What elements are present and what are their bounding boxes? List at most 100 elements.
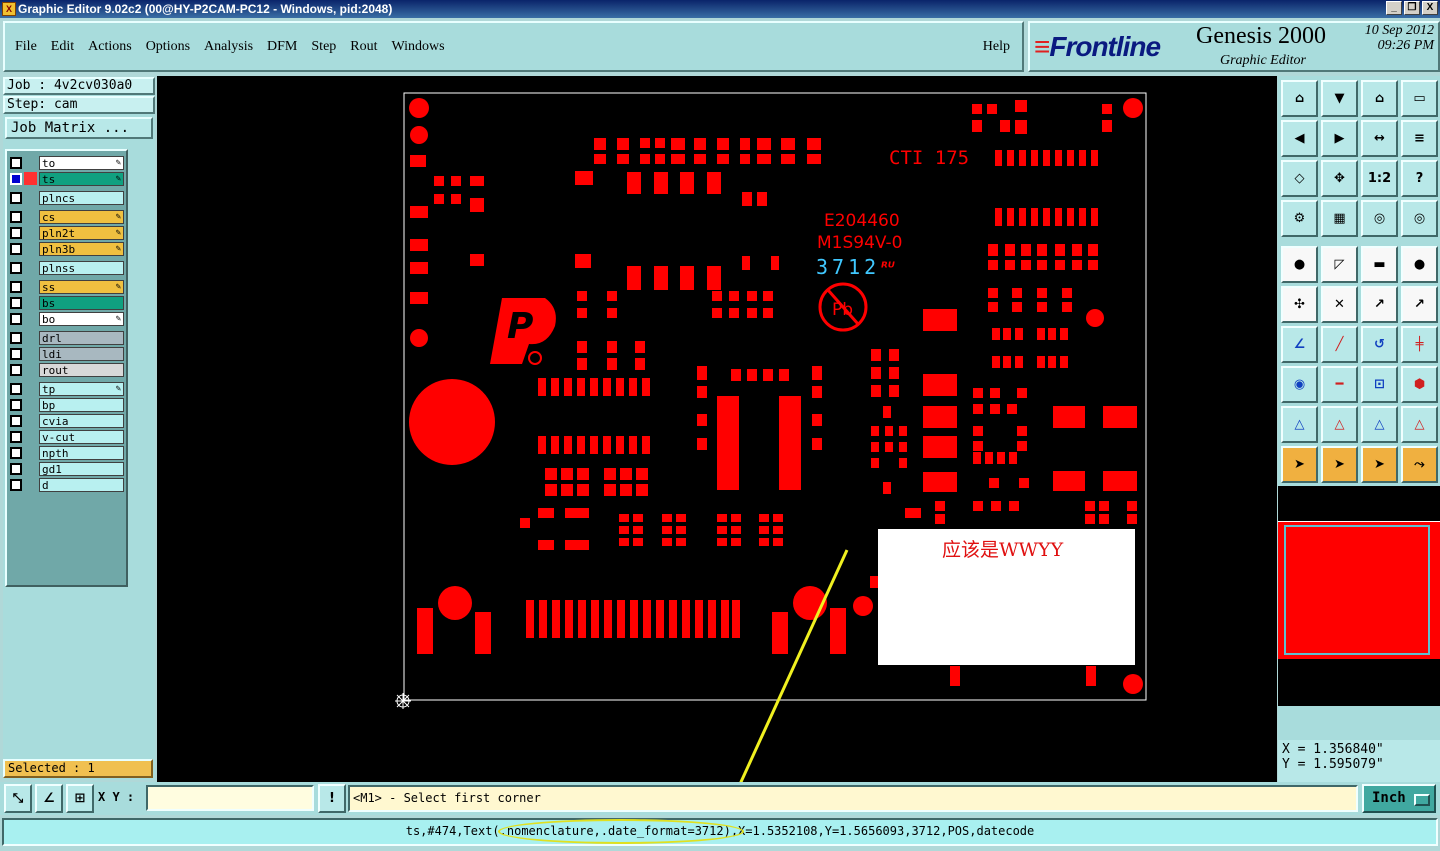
layer-name[interactable]: cvia <box>39 413 124 428</box>
maximize-button[interactable]: ❐ <box>1404 1 1420 15</box>
connect-button[interactable]: ↗ <box>1361 286 1398 323</box>
layer-checkbox[interactable] <box>10 296 22 309</box>
cross-button[interactable]: ✕ <box>1321 286 1358 323</box>
pad-button[interactable]: ● <box>1281 246 1318 283</box>
layer-checkbox[interactable] <box>10 172 22 185</box>
layer-name[interactable]: ss ✎ <box>39 279 124 294</box>
zoom-area-button[interactable]: ⤡ <box>4 784 32 813</box>
layer-checkbox[interactable] <box>10 347 22 360</box>
layer-name[interactable]: d <box>39 477 124 492</box>
layer-row-pln3b[interactable]: pln3b ✎ <box>7 241 126 256</box>
pad-add-button[interactable]: ◉ <box>1281 366 1318 403</box>
triangle2-button[interactable]: △ <box>1321 406 1358 443</box>
units-select[interactable]: Inch <box>1362 784 1436 813</box>
layer-checkbox[interactable] <box>10 242 22 255</box>
menu-rout[interactable]: Rout <box>350 39 377 55</box>
menu-options[interactable]: Options <box>146 39 190 55</box>
layer-checkbox[interactable] <box>10 156 22 169</box>
layer-row-v-cut[interactable]: v-cut <box>7 429 126 444</box>
layer-name[interactable]: tp ✎ <box>39 381 124 396</box>
arc-button[interactable]: ↺ <box>1361 326 1398 363</box>
datecode-text[interactable]: 3712 <box>816 255 880 279</box>
layer-row-to[interactable]: to ✎ <box>7 155 126 170</box>
angle-measure-button[interactable]: ∠ <box>35 784 63 813</box>
snap-active-button[interactable]: ◎ <box>1401 200 1438 237</box>
layer-name[interactable]: bo ✎ <box>39 311 124 326</box>
layer-row-ldi[interactable]: ldi <box>7 346 126 361</box>
triangle3-button[interactable]: △ <box>1361 406 1398 443</box>
menu-edit[interactable]: Edit <box>51 39 74 55</box>
layer-row-cvia[interactable]: cvia <box>7 413 126 428</box>
pointer-button[interactable]: ➤ <box>1281 446 1318 483</box>
layer-name[interactable]: ldi <box>39 346 124 361</box>
measure-button[interactable]: ▬ <box>1361 246 1398 283</box>
layer-name[interactable]: to ✎ <box>39 155 124 170</box>
pointer-box-button[interactable]: ➤ <box>1321 446 1358 483</box>
layer-checkbox[interactable] <box>10 478 22 491</box>
triangle4-button[interactable]: △ <box>1401 406 1438 443</box>
layer-row-tp[interactable]: tp ✎ <box>7 381 126 396</box>
edge-button[interactable]: ━ <box>1321 366 1358 403</box>
menu-windows[interactable]: Windows <box>392 39 445 55</box>
layer-name[interactable]: plnss <box>39 260 124 275</box>
mirror-button[interactable]: ↔ <box>1361 120 1398 157</box>
alert-button[interactable]: ! <box>318 784 346 813</box>
grid-button[interactable]: ▦ <box>1321 200 1358 237</box>
shape-button[interactable]: ⬢ <box>1401 366 1438 403</box>
graphic-canvas[interactable]: P CTI 175 E204460 M1S94V-0 3712 ᴿᵁ Pb 应该… <box>157 76 1277 782</box>
layer-row-cs[interactable]: cs ✎ <box>7 209 126 224</box>
layer-name[interactable]: pln3b ✎ <box>39 241 124 256</box>
line-button[interactable]: ╱ <box>1321 326 1358 363</box>
layer-name[interactable]: bp <box>39 397 124 412</box>
menu-analysis[interactable]: Analysis <box>204 39 253 55</box>
help-query-button[interactable]: ? <box>1401 160 1438 197</box>
layer-name[interactable]: pln2t ✎ <box>39 225 124 240</box>
layer-row-plnss[interactable]: plnss <box>7 260 126 275</box>
layer-checkbox[interactable] <box>10 382 22 395</box>
pan-right-button[interactable]: ▶ <box>1321 120 1358 157</box>
layer-name[interactable]: cs ✎ <box>39 209 124 224</box>
layer-row-plncs[interactable]: plncs <box>7 190 126 205</box>
layer-row-gd1[interactable]: gd1 <box>7 461 126 476</box>
flip-button[interactable]: ≡ <box>1401 120 1438 157</box>
overview-preview[interactable] <box>1278 486 1440 706</box>
zoom-fit-button[interactable]: ⌂ <box>1361 80 1398 117</box>
layer-name[interactable]: npth <box>39 445 124 460</box>
grid-snap-button[interactable]: ⊞ <box>66 784 94 813</box>
triangle-button[interactable]: △ <box>1281 406 1318 443</box>
menu-help[interactable]: Help <box>983 39 1010 55</box>
text-button[interactable]: ╪ <box>1401 326 1438 363</box>
layer-name[interactable]: gd1 <box>39 461 124 476</box>
fit-button[interactable]: ◇ <box>1281 160 1318 197</box>
pan-left-button[interactable]: ◀ <box>1281 120 1318 157</box>
zoom-in-button[interactable]: ▼ <box>1321 80 1358 117</box>
layer-row-npth[interactable]: npth <box>7 445 126 460</box>
layer-checkbox[interactable] <box>10 280 22 293</box>
layer-checkbox[interactable] <box>10 446 22 459</box>
layer-checkbox[interactable] <box>10 414 22 427</box>
layer-row-ss[interactable]: ss ✎ <box>7 279 126 294</box>
layer-name[interactable]: bs <box>39 295 124 310</box>
layer-checkbox[interactable] <box>10 226 22 239</box>
layer-checkbox[interactable] <box>10 261 22 274</box>
route-button[interactable]: ⤳ <box>1401 446 1438 483</box>
angle-button[interactable]: ∠ <box>1281 326 1318 363</box>
layer-name[interactable]: v-cut <box>39 429 124 444</box>
layer-checkbox[interactable] <box>10 191 22 204</box>
xy-input[interactable] <box>146 785 314 811</box>
job-matrix-button[interactable]: Job Matrix ... <box>5 117 153 139</box>
layer-checkbox[interactable] <box>10 210 22 223</box>
close-button[interactable]: X <box>1422 1 1438 15</box>
layer-name[interactable]: plncs <box>39 190 124 205</box>
layer-row-bo[interactable]: bo ✎ <box>7 311 126 326</box>
layer-checkbox[interactable] <box>10 462 22 475</box>
one-to-one-button[interactable]: 1:2 <box>1361 160 1398 197</box>
layer-checkbox[interactable] <box>10 363 22 376</box>
layer-row-bs[interactable]: bs <box>7 295 126 310</box>
zoom-home-button[interactable]: ⌂ <box>1281 80 1318 117</box>
select-net-button[interactable]: ✣ <box>1281 286 1318 323</box>
layer-row-rout[interactable]: rout <box>7 362 126 377</box>
menu-file[interactable]: File <box>15 39 37 55</box>
stretch-button[interactable]: ⊡ <box>1361 366 1398 403</box>
pointer-alt-button[interactable]: ➤ <box>1361 446 1398 483</box>
